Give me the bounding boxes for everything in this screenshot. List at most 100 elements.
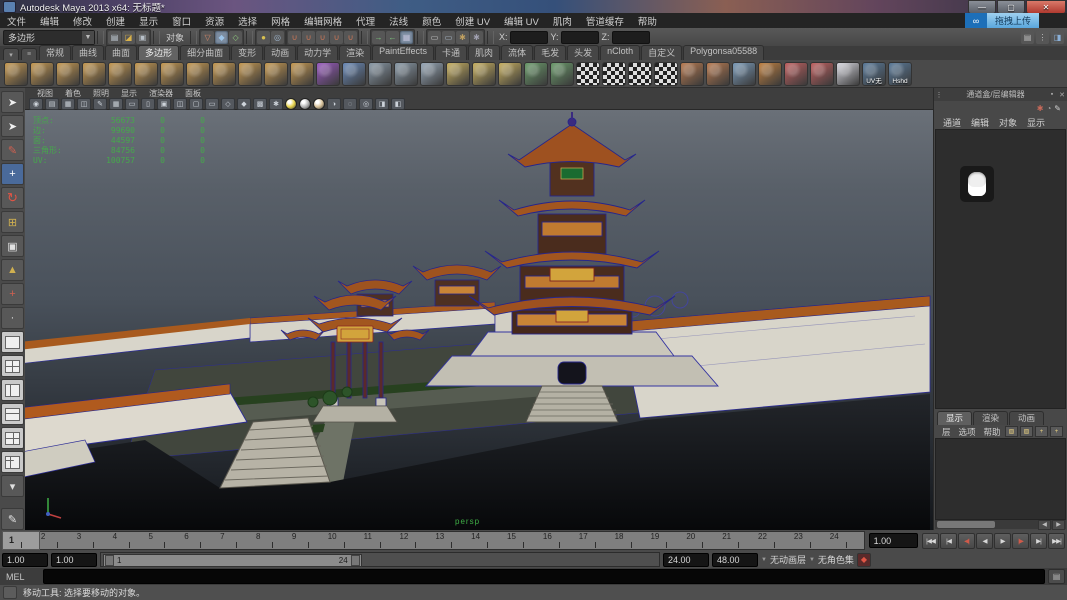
render-settings-icon[interactable]: ✱ — [456, 30, 470, 44]
uv-snapshot-icon[interactable]: UV无 — [862, 61, 886, 86]
paint-effects-panel-icon[interactable]: ✱ — [470, 30, 484, 44]
layer-empty-icon[interactable]: ▨ — [1020, 426, 1033, 437]
frame-11[interactable]: 11 — [362, 532, 398, 549]
shelf-tab-流体[interactable]: 流体 — [501, 45, 534, 60]
range-track[interactable]: 1 24 — [100, 552, 660, 567]
frame-15[interactable]: 15 — [505, 532, 541, 549]
universal-manipulator-tool[interactable]: ▣ — [1, 235, 24, 257]
default-light-icon[interactable] — [285, 98, 297, 110]
frame-10[interactable]: 10 — [326, 532, 362, 549]
step-back-frame-button[interactable]: |◀ — [940, 532, 957, 549]
poly-cube-icon[interactable] — [30, 61, 54, 86]
menu-13[interactable]: 创建 UV — [448, 14, 497, 28]
frame-7[interactable]: 7 — [218, 532, 254, 549]
layout-persp-outliner[interactable] — [1, 379, 24, 401]
select-by-object-icon[interactable]: ◆ — [215, 30, 229, 44]
snap-to-grid-icon[interactable]: ∪ — [288, 30, 302, 44]
gamma-icon[interactable]: ◧ — [391, 98, 405, 110]
isolate-select-icon[interactable]: ◎ — [359, 98, 373, 110]
menu-10[interactable]: 代理 — [349, 14, 382, 28]
perspective-viewport[interactable]: 视图 着色 照明 显示 渲染器 面板 ◉ ▤ ▦ ◫ ✎ ▦ ▭ ▯ ▣ ◫ ▢ ▭ ◇ ◆ ▩ ✱ ◑ ◌ ◎ ◨ ◧ — [25, 88, 933, 530]
menu-14[interactable]: 编辑 UV — [497, 14, 546, 28]
open-scene-icon[interactable]: ◪ — [122, 30, 135, 44]
poly-pyramid-icon[interactable] — [186, 61, 210, 86]
xray-icon[interactable]: ◌ — [343, 98, 357, 110]
menu-3[interactable]: 创建 — [99, 14, 132, 28]
uv-checker-b-icon[interactable] — [602, 61, 626, 86]
snap-to-surface-icon[interactable]: ∪ — [344, 30, 358, 44]
cloud-icon[interactable]: ∞ — [964, 13, 987, 28]
separate-icon[interactable] — [394, 61, 418, 86]
grease-pencil-icon[interactable]: ✎ — [93, 98, 107, 110]
layout-shortcuts-menu[interactable]: ▾ — [1, 475, 24, 497]
animation-start-field[interactable]: 1.00 — [2, 552, 48, 567]
triangulate-icon[interactable] — [524, 61, 548, 86]
frame-19[interactable]: 19 — [648, 532, 684, 549]
layout-persp-graph[interactable] — [1, 403, 24, 425]
layer-tab-显示[interactable]: 显示 — [937, 411, 973, 425]
separator[interactable] — [190, 30, 198, 44]
menu-11[interactable]: 法线 — [382, 14, 415, 28]
menu-0[interactable]: 文件 — [0, 14, 33, 28]
select-tool[interactable]: ➤ — [1, 91, 24, 113]
boolean-intersection-icon[interactable] — [498, 61, 522, 86]
safe-title-icon[interactable]: ▭ — [205, 98, 219, 110]
frame-1[interactable]: 1 — [2, 531, 40, 550]
save-scene-icon[interactable]: ▣ — [136, 30, 149, 44]
menu-17[interactable]: 帮助 — [631, 14, 664, 28]
bevel-icon[interactable] — [706, 61, 730, 86]
hyperbolic-icon[interactable]: ◔ — [1046, 104, 1051, 113]
smooth-mesh-icon[interactable] — [316, 61, 340, 86]
shelf-tab-卡通[interactable]: 卡通 — [435, 45, 468, 60]
gate-mask-icon[interactable]: ▣ — [157, 98, 171, 110]
frame-13[interactable]: 13 — [433, 532, 469, 549]
move-tool[interactable]: + — [1, 163, 24, 185]
menu-2[interactable]: 修改 — [66, 14, 99, 28]
lock-selection-icon[interactable]: ● — [257, 30, 271, 44]
textured-mode-icon[interactable]: ▩ — [253, 98, 267, 110]
panel-menu-2[interactable]: 照明 — [87, 88, 115, 99]
output-connections-icon[interactable]: ← — [386, 30, 400, 44]
range-start-grip[interactable] — [105, 555, 114, 566]
poly-helix-icon[interactable] — [238, 61, 262, 86]
layer-scrollbar[interactable]: ◀ ▶ — [935, 519, 1066, 530]
shelf-tab-menu-icon[interactable]: ▾ — [3, 48, 19, 60]
frame-20[interactable]: 20 — [684, 532, 720, 549]
poly-torus-icon[interactable] — [134, 61, 158, 86]
menu-12[interactable]: 颜色 — [415, 14, 448, 28]
animation-end-field[interactable]: 48.00 — [712, 552, 758, 567]
panel-menu-0[interactable]: 视图 — [31, 88, 59, 99]
command-input[interactable] — [43, 569, 1045, 584]
boolean-union-icon[interactable] — [446, 61, 470, 86]
separator[interactable] — [246, 30, 254, 44]
character-set-dropdown[interactable]: ▼ 无角色集 — [809, 553, 854, 566]
poly-pipe-icon[interactable] — [212, 61, 236, 86]
frame-18[interactable]: 18 — [613, 532, 649, 549]
frame-9[interactable]: 9 — [290, 532, 326, 549]
render-current-frame-icon[interactable]: ▭ — [428, 30, 442, 44]
exposure-icon[interactable]: ◨ — [375, 98, 389, 110]
layer-menu-0[interactable]: 层 — [938, 426, 955, 438]
poly-prism-icon[interactable] — [160, 61, 184, 86]
frame-2[interactable]: 2 — [39, 532, 75, 549]
menu-6[interactable]: 资源 — [198, 14, 231, 28]
poly-cylinder-icon[interactable] — [56, 61, 80, 86]
go-to-end-button[interactable]: ▶▶| — [1048, 532, 1065, 549]
shelf-tab-自定义[interactable]: 自定义 — [641, 45, 683, 60]
image-plane-icon[interactable]: ▦ — [61, 98, 75, 110]
grid-display-icon[interactable]: ▦ — [109, 98, 123, 110]
layer-menu-2[interactable]: 帮助 — [980, 426, 1005, 438]
poly-platonic-icon[interactable] — [290, 61, 314, 86]
input-connections-icon[interactable]: → — [372, 30, 386, 44]
bridge-icon[interactable] — [732, 61, 756, 86]
frame-8[interactable]: 8 — [254, 532, 290, 549]
snap-to-point-icon[interactable]: ∪ — [316, 30, 330, 44]
shelf-tab-PaintEffects[interactable]: PaintEffects — [372, 45, 435, 60]
flat-lighting-icon[interactable] — [299, 98, 311, 110]
separator[interactable] — [417, 30, 425, 44]
uv-checker-a-icon[interactable] — [576, 61, 600, 86]
play-forwards-button[interactable]: ▶ — [994, 532, 1011, 549]
menu-8[interactable]: 网格 — [264, 14, 297, 28]
shaded-mode-icon[interactable]: ◆ — [237, 98, 251, 110]
layout-persp-multi[interactable] — [1, 451, 24, 473]
